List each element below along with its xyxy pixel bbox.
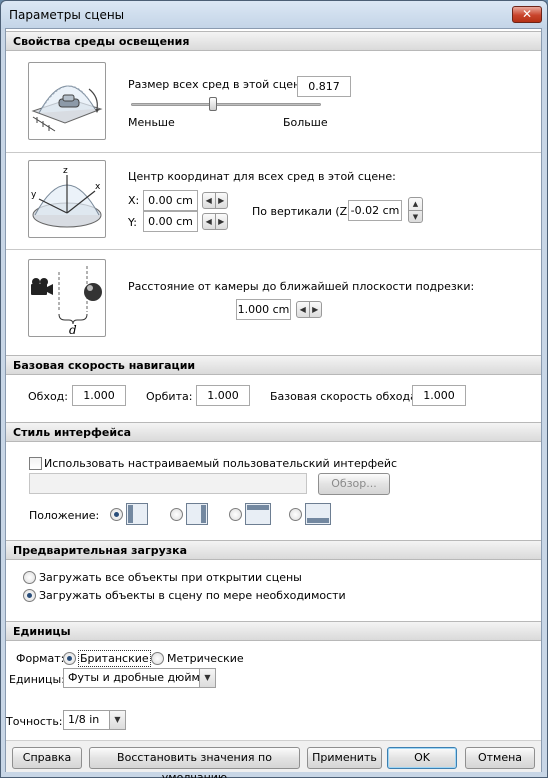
layout-right-panel-icon[interactable] [186, 503, 208, 525]
left-arrow-icon[interactable]: ◀ [203, 214, 215, 229]
preload-needed-label[interactable]: Загружать объекты в сцену по мере необхо… [39, 589, 346, 602]
env-size-slider-thumb[interactable] [208, 97, 217, 111]
env-size-input[interactable]: 0.817 [297, 76, 351, 97]
center-z-input[interactable]: -0.02 cm [348, 200, 402, 221]
base-walk-label: Базовая скорость обхода: [270, 390, 421, 403]
right-arrow-icon[interactable]: ▶ [214, 193, 228, 208]
center-label: Центр координат для всех сред в этой сце… [128, 170, 396, 183]
base-walk-speed-input[interactable]: 1.000 [412, 385, 466, 406]
center-x-input[interactable]: 0.00 cm [143, 190, 198, 211]
precision-label: Точность: [6, 715, 63, 728]
down-arrow-icon[interactable]: ▼ [409, 210, 422, 222]
orbit-speed-input[interactable]: 1.000 [196, 385, 250, 406]
preload-all-label[interactable]: Загружать все объекты при открытии сцены [39, 571, 302, 584]
environment-size-image [28, 62, 106, 140]
units-select-value: Футы и дробные дюймы [68, 671, 209, 684]
divider [6, 249, 541, 250]
axis-z-label: z [63, 166, 68, 176]
slider-max-label: Больше [283, 116, 328, 129]
layout-top-panel-icon[interactable] [245, 503, 271, 525]
chevron-down-icon[interactable]: ▼ [199, 669, 215, 687]
custom-ui-checkbox[interactable] [29, 457, 42, 470]
apply-button[interactable]: Применить [307, 747, 382, 769]
env-size-slider-track[interactable] [131, 103, 321, 106]
format-british-radio[interactable] [63, 652, 76, 665]
section-header-lighting: Свойства среды освещения [6, 31, 541, 51]
custom-ui-label[interactable]: Использовать настраиваемый пользовательс… [44, 457, 397, 470]
units-select[interactable]: Футы и дробные дюймы ▼ [63, 668, 216, 688]
custom-ui-path-input[interactable] [29, 473, 307, 494]
position-label: Положение: [29, 509, 100, 522]
title-bar[interactable]: Параметры сцены ✕ [1, 1, 547, 29]
position-radio-1[interactable] [110, 508, 123, 521]
format-metric-radio[interactable] [151, 652, 164, 665]
section-header-interface: Стиль интерфейса [6, 422, 541, 442]
preload-needed-radio[interactable] [23, 589, 36, 602]
divider [6, 152, 541, 153]
clip-label: Расстояние от камеры до ближайшей плоско… [128, 280, 475, 293]
position-radio-3[interactable] [229, 508, 242, 521]
right-arrow-icon[interactable]: ▶ [308, 302, 322, 317]
env-size-label: Размер всех сред в этой сцене: [128, 78, 311, 91]
distance-d-label: d [69, 323, 77, 336]
layout-bottom-panel-icon[interactable] [305, 503, 331, 525]
up-arrow-icon[interactable]: ▲ [409, 198, 422, 210]
precision-select-value: 1/8 in [68, 713, 100, 726]
center-x-label: X: [128, 194, 140, 207]
window-title: Параметры сцены [9, 8, 125, 22]
clip-distance-spinner[interactable]: ◀ ▶ [296, 301, 322, 318]
right-arrow-icon[interactable]: ▶ [214, 214, 228, 229]
orbit-label: Орбита: [146, 390, 193, 403]
cancel-button[interactable]: Отмена [465, 747, 535, 769]
preload-all-radio[interactable] [23, 571, 36, 584]
coordinate-center-image: z y x [28, 160, 106, 238]
section-header-navigation: Базовая скорость навигации [6, 355, 541, 375]
center-x-spinner[interactable]: ◀ ▶ [202, 192, 228, 209]
section-header-preload: Предварительная загрузка [6, 540, 541, 560]
format-british-label[interactable]: Британские [78, 650, 151, 667]
axis-y-label: y [31, 190, 37, 200]
walk-label: Обход: [28, 390, 68, 403]
ok-button[interactable]: OK [387, 747, 457, 769]
layout-left-panel-icon[interactable] [126, 503, 148, 525]
restore-defaults-button[interactable]: Восстановить значения по умолчанию [89, 747, 300, 778]
chevron-down-icon[interactable]: ▼ [109, 711, 125, 729]
section-header-units: Единицы [6, 621, 541, 641]
center-y-spinner[interactable]: ◀ ▶ [202, 213, 228, 230]
format-metric-label[interactable]: Метрические [167, 652, 244, 665]
units-label: Единицы: [9, 673, 65, 686]
center-z-label: По вертикали (Z): [252, 205, 356, 218]
center-y-input[interactable]: 0.00 cm [143, 211, 198, 232]
axis-x-label: x [95, 182, 101, 192]
left-arrow-icon[interactable]: ◀ [203, 193, 215, 208]
center-z-spinner[interactable]: ▲ ▼ [408, 197, 423, 223]
center-y-label: Y: [128, 216, 137, 229]
format-label: Формат: [16, 652, 65, 665]
position-radio-4[interactable] [289, 508, 302, 521]
left-arrow-icon[interactable]: ◀ [297, 302, 309, 317]
close-button[interactable]: ✕ [512, 6, 542, 23]
help-button[interactable]: Справка [12, 747, 82, 769]
walk-speed-input[interactable]: 1.000 [72, 385, 126, 406]
precision-select[interactable]: 1/8 in ▼ [63, 710, 126, 730]
position-radio-2[interactable] [170, 508, 183, 521]
clip-distance-image: d [28, 259, 106, 337]
browse-button[interactable]: Обзор... [318, 473, 390, 495]
clip-distance-input[interactable]: 1.000 cm [236, 299, 291, 320]
slider-min-label: Меньше [128, 116, 175, 129]
